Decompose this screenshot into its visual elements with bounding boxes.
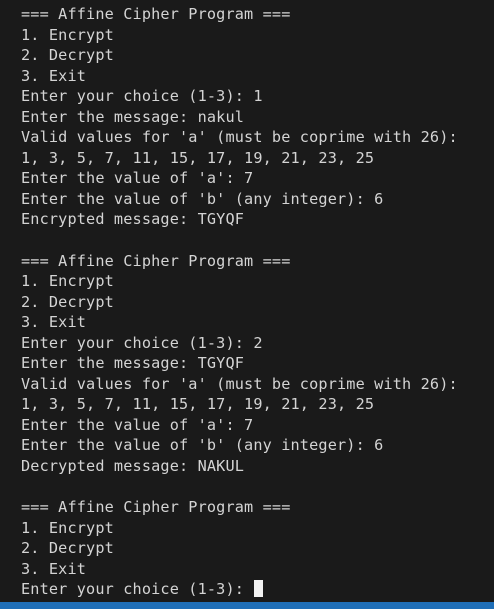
message-input-line: Enter the message: nakul	[21, 107, 245, 126]
terminal-panel[interactable]: === Affine Cipher Program === 1. Encrypt…	[0, 0, 494, 609]
program-banner: === Affine Cipher Program ===	[21, 498, 291, 517]
program-banner: === Affine Cipher Program ===	[21, 5, 291, 23]
output-block-encrypt: === Affine Cipher Program === 1. Encrypt…	[21, 4, 494, 230]
message-input-line: Enter the message: TGYQF	[21, 354, 245, 373]
choice-prompt: Enter your choice (1-3):	[21, 580, 254, 599]
menu-option-encrypt: 1. Encrypt	[21, 518, 114, 537]
menu-option-encrypt: 1. Encrypt	[21, 25, 114, 44]
menu-option-exit: 3. Exit	[21, 66, 87, 85]
active-input-line[interactable]: Enter your choice (1-3):	[21, 579, 494, 600]
valid-a-values: 1, 3, 5, 7, 11, 15, 17, 19, 21, 23, 25	[21, 395, 375, 414]
a-value-line: Enter the value of 'a': 7	[21, 415, 254, 434]
menu-option-decrypt: 2. Decrypt	[21, 539, 114, 558]
menu-option-exit: 3. Exit	[21, 559, 87, 578]
text-cursor[interactable]	[254, 580, 264, 598]
menu-option-decrypt: 2. Decrypt	[21, 46, 114, 65]
encrypted-result-line: Encrypted message: TGYQF	[21, 210, 245, 229]
status-bar	[0, 602, 494, 609]
program-banner: === Affine Cipher Program ===	[21, 251, 291, 270]
output-block-menu: === Affine Cipher Program === 1. Encrypt…	[21, 497, 494, 600]
valid-a-header: Valid values for 'a' (must be coprime wi…	[21, 374, 458, 393]
menu-option-decrypt: 2. Decrypt	[21, 292, 114, 311]
b-value-line: Enter the value of 'b' (any integer): 6	[21, 436, 384, 455]
decrypted-result-line: Decrypted message: NAKUL	[21, 457, 245, 476]
valid-a-header: Valid values for 'a' (must be coprime wi…	[21, 128, 458, 147]
valid-a-values: 1, 3, 5, 7, 11, 15, 17, 19, 21, 23, 25	[21, 148, 375, 167]
choice-prompt-line: Enter your choice (1-3): 2	[21, 333, 263, 352]
menu-option-encrypt: 1. Encrypt	[21, 272, 114, 291]
b-value-line: Enter the value of 'b' (any integer): 6	[21, 189, 384, 208]
output-block-decrypt: === Affine Cipher Program === 1. Encrypt…	[21, 251, 494, 477]
menu-option-exit: 3. Exit	[21, 313, 87, 332]
choice-prompt-line: Enter your choice (1-3): 1	[21, 87, 263, 106]
a-value-line: Enter the value of 'a': 7	[21, 169, 254, 188]
